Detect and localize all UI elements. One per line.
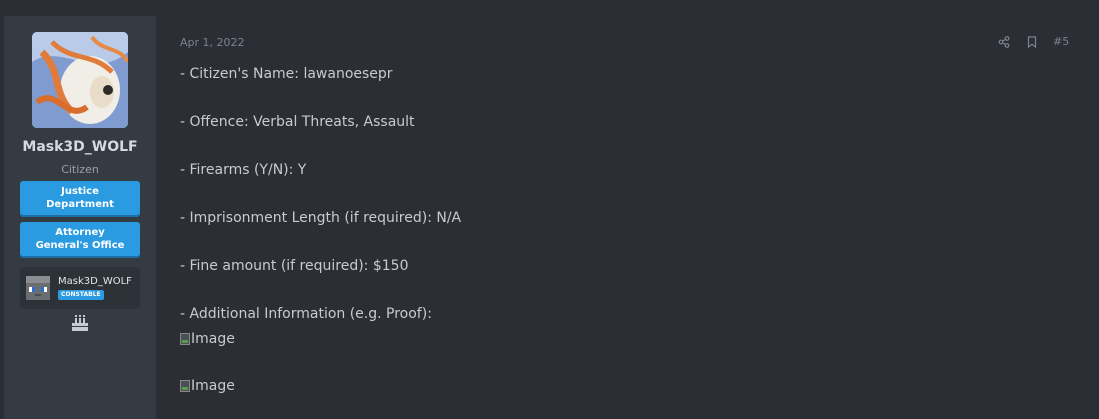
post-line-fine-amount: - Fine amount (if required): $150 xyxy=(180,258,409,274)
image-alt-text: Image xyxy=(191,331,235,347)
post-line-citizen-name: - Citizen's Name: lawanoesepr xyxy=(180,66,393,82)
post-number-link[interactable]: #5 xyxy=(1053,35,1069,48)
birthday-cake-icon xyxy=(70,313,90,333)
share-button[interactable] xyxy=(998,35,1010,49)
banner-line: Department xyxy=(46,199,114,210)
banner-line: Attorney xyxy=(55,227,105,238)
post-line-additional-info: - Additional Information (e.g. Proof): xyxy=(180,306,432,322)
linked-account-name: Mask3D_WOLF xyxy=(58,276,132,287)
share-icon xyxy=(998,36,1010,48)
owl-avatar-image xyxy=(32,32,128,128)
user-banner-justice: Justice Department xyxy=(20,181,140,215)
bookmark-button[interactable] xyxy=(1026,35,1038,49)
username[interactable]: Mask3D_WOLF xyxy=(4,139,156,155)
post-image[interactable]: Image xyxy=(180,377,235,395)
post-date[interactable]: Apr 1, 2022 xyxy=(180,36,245,49)
user-title: Citizen xyxy=(61,163,99,176)
bookmark-icon xyxy=(1027,36,1037,48)
broken-image-icon xyxy=(180,380,190,392)
image-alt-text: Image xyxy=(191,378,235,394)
post-line-offence: - Offence: Verbal Threats, Assault xyxy=(180,114,415,130)
banner-line: Justice xyxy=(61,186,99,197)
post-image[interactable]: Image xyxy=(180,330,235,348)
user-avatar[interactable] xyxy=(32,32,128,128)
linked-account-card[interactable]: Mask3D_WOLF CONSTABLE xyxy=(20,267,140,309)
broken-image-icon xyxy=(180,333,190,345)
banner-line: General's Office xyxy=(35,240,125,251)
user-banner-attorney: Attorney General's Office xyxy=(20,222,140,256)
post-line-imprisonment: - Imprisonment Length (if required): N/A xyxy=(180,210,462,226)
post-line-firearms: - Firearms (Y/N): Y xyxy=(180,162,307,178)
rank-badge: CONSTABLE xyxy=(58,290,104,300)
linked-account-avatar xyxy=(26,276,50,300)
message-user-sidebar: Mask3D_WOLF Citizen Justice Department A… xyxy=(4,16,156,419)
minecraft-skin-icon xyxy=(26,276,50,300)
